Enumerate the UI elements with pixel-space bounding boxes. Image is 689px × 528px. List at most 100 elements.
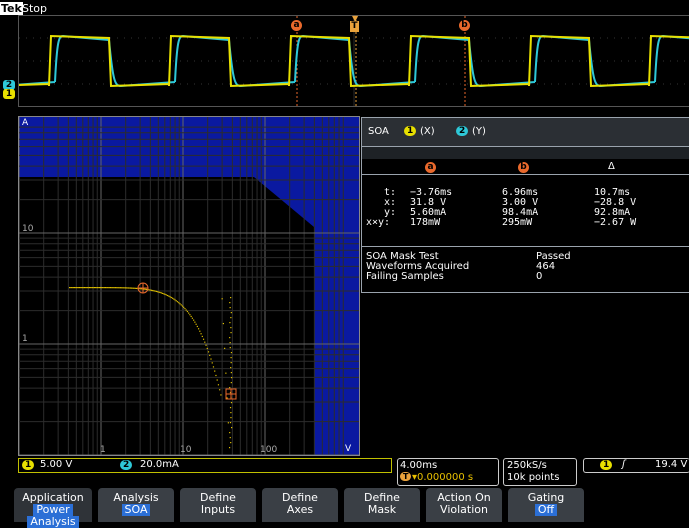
soa-sample-point [145, 289, 146, 290]
soa-sample-point [229, 387, 230, 388]
menu-application[interactable]: Application Power Analysis [14, 488, 92, 522]
soa-sample-point [83, 287, 84, 288]
soa-sample-point [119, 287, 120, 288]
menu-define-axes[interactable]: Define Axes [262, 488, 338, 522]
soa-sample-point [143, 289, 144, 290]
menu-label: Axes [262, 504, 338, 516]
soa-sample-point [230, 437, 231, 438]
soa-sample-point [230, 327, 231, 328]
soa-sample-point [193, 320, 194, 321]
value-a: 178mW [410, 218, 440, 228]
menu-label: Inputs [180, 504, 256, 516]
soa-sample-point [187, 311, 188, 312]
menu-label: Mask [344, 504, 420, 516]
soa-sample-point [192, 318, 193, 319]
soa-sample-point [75, 287, 76, 288]
soa-sample-point [220, 394, 221, 395]
menu-value: Analysis [27, 516, 78, 528]
soa-sample-point [188, 312, 189, 313]
ch1-scale-badge[interactable]: 1 [22, 460, 34, 470]
y-tick-label: 10 [22, 224, 33, 234]
soa-panel-header: SOA 1 (X) 2 (Y) [362, 118, 689, 147]
soa-sample-point [213, 366, 214, 367]
ch2-scale-badge[interactable]: 2 [120, 460, 132, 470]
value-delta: −2.67 W [594, 218, 636, 228]
soa-sample-point [80, 287, 81, 288]
soa-sample-point [203, 339, 204, 340]
cursor-a-marker[interactable]: a [291, 20, 302, 31]
column-b-header: b [518, 162, 529, 173]
ch1-ground-tag[interactable]: 1 [3, 89, 15, 99]
soa-sample-point [227, 397, 228, 398]
x-tick-label: 10 [180, 445, 191, 455]
menu-define-inputs[interactable]: Define Inputs [180, 488, 256, 522]
menu-define-mask[interactable]: Define Mask [344, 488, 420, 522]
soa-sample-point [178, 302, 179, 303]
menu-analysis[interactable]: Analysis SOA [98, 488, 174, 522]
menu-action-on-violation[interactable]: Action On Violation [426, 488, 502, 522]
soa-sample-point [198, 328, 199, 329]
soa-sample-point [89, 287, 90, 288]
vertical-scale-bar [18, 458, 392, 473]
mask-test-summary: SOA Mask Test Passed Waveforms Acquired … [366, 252, 686, 282]
menu-gating[interactable]: Gating Off [508, 488, 584, 522]
ch1-scale[interactable]: 5.00 V [40, 459, 72, 470]
soa-sample-point [230, 422, 231, 423]
ch1-badge: 1 [404, 126, 416, 136]
soa-sample-point [197, 326, 198, 327]
soa-sample-point [196, 324, 197, 325]
soa-sample-point [132, 288, 133, 289]
x-tick-label: 100 [260, 445, 277, 455]
cursor-b-marker[interactable]: b [459, 20, 470, 31]
soa-sample-point [114, 287, 115, 288]
soa-sample-point [230, 367, 231, 368]
soa-sample-point [125, 287, 126, 288]
soa-sample-point [74, 287, 75, 288]
soa-sample-point [99, 287, 100, 288]
x-axis-unit-label: V [345, 444, 351, 454]
soa-sample-point [184, 308, 185, 309]
soa-sample-point [81, 287, 82, 288]
soa-sample-point [162, 293, 163, 294]
soa-sample-point [215, 375, 216, 376]
soa-sample-point [200, 333, 201, 334]
soa-sample-point [176, 300, 177, 301]
soa-sample-point [129, 287, 130, 288]
soa-sample-point [121, 287, 122, 288]
soa-sample-point [219, 389, 220, 390]
soa-sample-point [199, 331, 200, 332]
ch1-axis-label: (X) [420, 126, 435, 137]
trigger-marker[interactable]: T [350, 21, 359, 32]
soa-sample-point [204, 342, 205, 343]
soa-sample-point [214, 370, 215, 371]
soa-sample-point [110, 287, 111, 288]
soa-sample-point [88, 287, 89, 288]
soa-sample-point [126, 287, 127, 288]
soa-sample-point [230, 357, 231, 358]
soa-sample-point [165, 294, 166, 295]
soa-sample-point [230, 297, 231, 298]
ch2-axis-label: (Y) [472, 126, 486, 137]
soa-sample-point [102, 287, 103, 288]
record-length: 10k points [507, 472, 559, 483]
soa-sample-point [231, 372, 232, 373]
soa-sample-point [160, 292, 161, 293]
soa-sample-point [171, 297, 172, 298]
soa-sample-point [231, 382, 232, 383]
ch2-scale[interactable]: 20.0mA [140, 459, 179, 470]
soa-sample-point [183, 307, 184, 308]
soa-sample-point [150, 289, 151, 290]
soa-sample-point [122, 287, 123, 288]
soa-sample-point [223, 323, 224, 324]
soa-plot[interactable] [18, 116, 360, 456]
ch2-badge: 2 [456, 126, 468, 136]
soa-sample-point [218, 384, 219, 385]
soa-sample-point [90, 287, 91, 288]
soa-sample-point [130, 287, 131, 288]
soa-sample-point [230, 347, 231, 348]
soa-sample-point [104, 287, 105, 288]
trigger-position-value: ▾0.000000 s [412, 472, 473, 483]
soa-sample-point [98, 287, 99, 288]
sample-rate: 250kS/s [507, 460, 547, 471]
soa-sample-point [91, 287, 92, 288]
